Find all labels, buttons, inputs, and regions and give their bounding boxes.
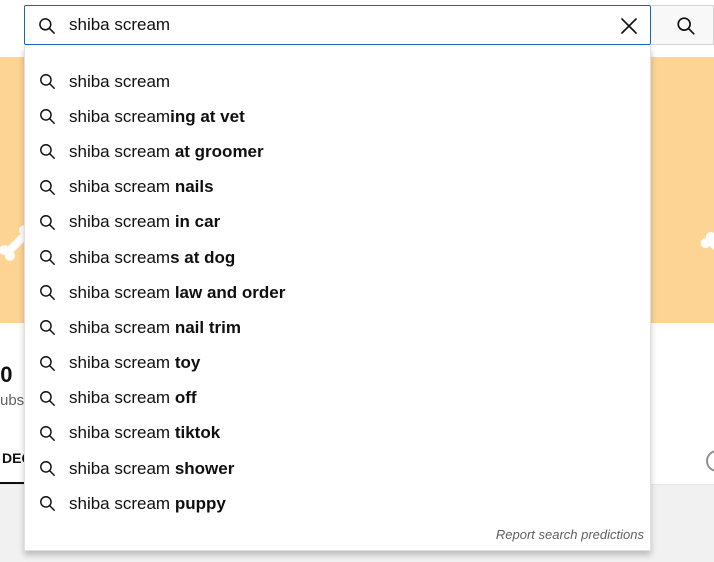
- suggestion-completion: toy: [170, 353, 201, 373]
- suggestion-completion: puppy: [170, 493, 226, 513]
- suggestion-text: shiba scream in car: [69, 212, 220, 232]
- suggestion-prefix: shiba scream: [69, 493, 171, 513]
- suggestion-text: shiba scream law and order: [69, 283, 285, 303]
- search-box: [24, 5, 651, 45]
- suggestion-item[interactable]: shiba screams at dog: [25, 240, 650, 275]
- close-icon[interactable]: [617, 14, 641, 38]
- tab-selected[interactable]: DEC: [0, 436, 24, 484]
- suggestion-text: shiba scream nails: [69, 177, 214, 197]
- suggestion-text: shiba scream off: [69, 388, 197, 408]
- suggestion-list: shiba scream shiba screaming at vet shib…: [25, 64, 650, 521]
- search-icon: [40, 144, 55, 160]
- search-icon: [40, 461, 55, 477]
- suggestion-item[interactable]: shiba scream at groomer: [25, 134, 650, 169]
- suggestion-prefix: shiba scream: [69, 458, 171, 478]
- suggestion-item[interactable]: shiba scream nail trim: [25, 310, 650, 345]
- search-icon: [40, 425, 55, 441]
- search-icon: [677, 17, 695, 35]
- suggestion-item[interactable]: shiba scream off: [25, 381, 650, 416]
- report-search-predictions-link[interactable]: Report search predictions: [496, 527, 644, 542]
- search-icon: [40, 109, 55, 125]
- suggestion-item[interactable]: shiba scream toy: [25, 346, 650, 381]
- suggestion-completion: tiktok: [170, 423, 221, 443]
- suggestion-completion: nails: [170, 177, 214, 197]
- search-icon: [40, 390, 55, 406]
- suggestion-completion: in car: [170, 212, 221, 232]
- suggestion-text: shiba scream puppy: [69, 494, 226, 514]
- search-icon: [40, 320, 55, 336]
- search-icon: [40, 285, 55, 301]
- search-icon: [40, 249, 55, 265]
- suggestion-completion: at groomer: [170, 141, 264, 161]
- suggestion-item[interactable]: shiba scream law and order: [25, 275, 650, 310]
- suggestion-prefix: shiba scream: [69, 282, 171, 302]
- suggestion-item[interactable]: shiba scream shower: [25, 451, 650, 486]
- suggestion-prefix: shiba scream: [69, 106, 171, 126]
- suggestion-completion: nail trim: [170, 317, 241, 337]
- suggestion-prefix: shiba scream: [69, 177, 171, 197]
- suggestion-item[interactable]: shiba scream in car: [25, 205, 650, 240]
- suggestion-prefix: shiba scream: [69, 247, 171, 267]
- search-icon: [40, 74, 55, 89]
- channel-name: 00: [0, 362, 13, 387]
- suggestion-text: shiba screams at dog: [69, 248, 235, 268]
- suggestion-completion: s at dog: [170, 247, 236, 267]
- suggestion-text: shiba scream: [69, 72, 170, 92]
- suggestion-item[interactable]: shiba scream nails: [25, 170, 650, 205]
- suggestion-item[interactable]: shiba scream: [25, 64, 650, 99]
- suggestion-text: shiba screaming at vet: [69, 107, 245, 127]
- search-input[interactable]: [69, 6, 589, 44]
- suggestion-completion: shower: [170, 458, 235, 478]
- suggestion-completion: ing at vet: [170, 106, 245, 126]
- search-icon: [39, 18, 55, 34]
- search-icon: [40, 355, 55, 371]
- suggestion-prefix: shiba scream: [69, 212, 171, 232]
- suggestion-prefix: shiba scream: [69, 423, 171, 443]
- search-button[interactable]: [651, 5, 714, 45]
- suggestion-text: shiba scream shower: [69, 459, 234, 479]
- suggestion-item[interactable]: shiba scream tiktok: [25, 416, 650, 451]
- search-icon: [40, 496, 55, 512]
- suggestion-item[interactable]: shiba scream puppy: [25, 486, 650, 521]
- suggestion-text: shiba scream tiktok: [69, 423, 220, 443]
- suggestion-text: shiba scream nail trim: [69, 318, 241, 338]
- suggestion-text: shiba scream at groomer: [69, 142, 264, 162]
- suggestion-prefix: shiba scream: [69, 141, 171, 161]
- search-icon: [40, 179, 55, 195]
- search-icon: [40, 214, 55, 230]
- search-suggestions-dropdown: shiba scream shiba screaming at vet shib…: [24, 46, 651, 551]
- tab-search-icon[interactable]: [706, 450, 714, 472]
- suggestion-prefix: shiba scream: [69, 353, 171, 373]
- bone-decoration: [704, 236, 714, 262]
- suggestion-prefix: shiba scream: [69, 388, 171, 408]
- suggestion-completion: off: [170, 388, 197, 408]
- suggestion-item[interactable]: shiba screaming at vet: [25, 99, 650, 134]
- suggestion-completion: law and order: [170, 282, 286, 302]
- suggestion-text: shiba scream toy: [69, 353, 200, 373]
- suggestion-prefix: shiba scream: [69, 71, 171, 91]
- suggestion-prefix: shiba scream: [69, 317, 171, 337]
